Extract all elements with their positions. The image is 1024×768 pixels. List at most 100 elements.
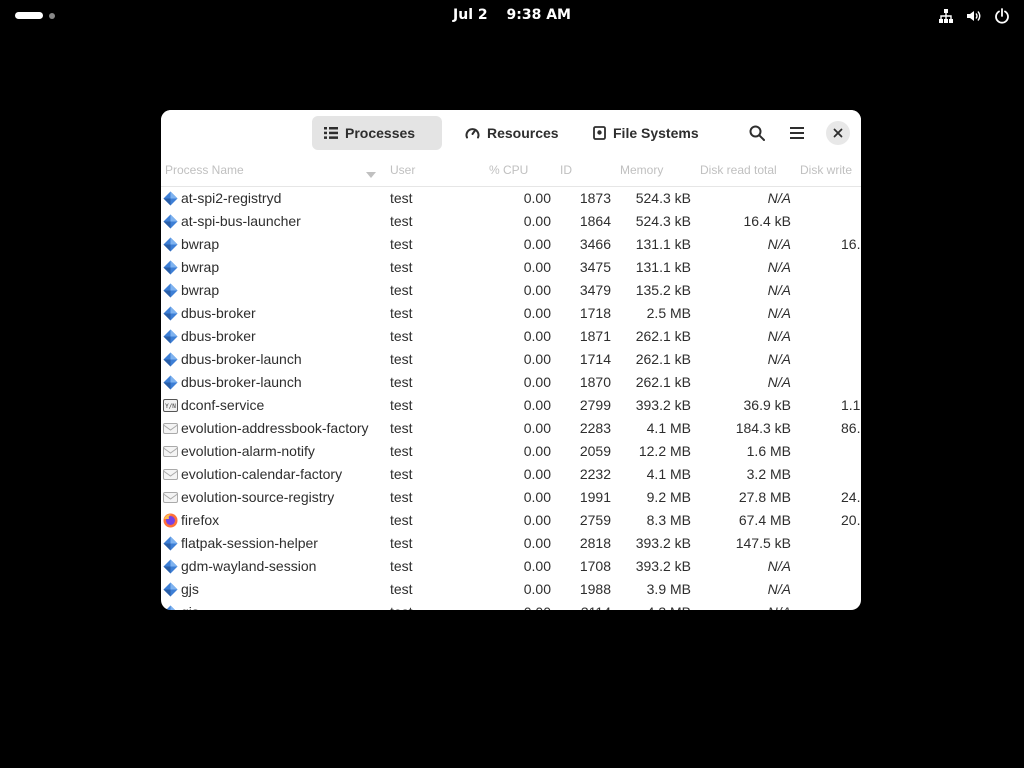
process-memory: 131.1 kB — [635, 259, 691, 275]
tab-label: Resources — [487, 125, 559, 141]
clock-time: 9:38 AM — [506, 7, 571, 23]
process-name: dconf-service — [181, 397, 265, 413]
clock[interactable]: Jul 2 9:38 AM — [0, 7, 1024, 23]
process-memory: 524.3 kB — [635, 213, 691, 229]
tab-label: Processes — [345, 125, 416, 141]
process-disk-write: 16. — [841, 236, 861, 252]
process-memory: 4.1 MB — [646, 420, 691, 436]
evolution-icon — [163, 490, 178, 505]
column-header-process-name[interactable]: Process Name — [165, 163, 244, 177]
hamburger-menu-icon — [790, 127, 804, 139]
process-id: 3475 — [579, 259, 611, 275]
process-id: 2759 — [579, 512, 611, 528]
process-name: dbus-broker-launch — [181, 351, 302, 367]
column-header-user[interactable]: User — [390, 163, 415, 177]
gauge-icon — [465, 128, 480, 139]
process-row[interactable]: flatpak-session-helper test 0.00 2818 393.2 … — [161, 532, 861, 555]
process-user: test — [390, 282, 413, 298]
process-disk-read: 36.9 kB — [743, 397, 791, 413]
process-row[interactable]: dbus-broker-launch test 0.00 1870 262.1 kB N/… — [161, 371, 861, 394]
process-user: test — [390, 512, 413, 528]
search-button[interactable] — [743, 119, 771, 147]
process-row[interactable]: Y/N dconf-service test 0.00 2799 393.2 kB 36.9… — [161, 394, 861, 417]
process-id: 1714 — [579, 351, 611, 367]
system-tray[interactable] — [938, 8, 1010, 24]
process-disk-read: 1.6 MB — [746, 443, 791, 459]
process-row[interactable]: dbus-broker test 0.00 1871 262.1 kB N/A — [161, 325, 861, 348]
process-user: test — [390, 397, 413, 413]
process-disk-read: N/A — [767, 581, 791, 597]
process-user: test — [390, 443, 413, 459]
process-row[interactable]: bwrap test 0.00 3479 135.2 kB N/A — [161, 279, 861, 302]
executable-icon — [163, 536, 178, 551]
process-name: flatpak-session-helper — [181, 535, 318, 551]
process-row[interactable]: bwrap test 0.00 3466 131.1 kB N/A 16. — [161, 233, 861, 256]
process-row[interactable]: at-spi2-registryd test 0.00 1873 524.3 kB N/A — [161, 187, 861, 210]
process-id: 1870 — [579, 374, 611, 390]
process-cpu: 0.00 — [523, 581, 551, 597]
volume-icon[interactable] — [966, 8, 982, 24]
process-row[interactable]: firefox test 0.00 2759 8.3 MB 67.4 MB 20. — [161, 509, 861, 532]
main-menu-button[interactable] — [783, 119, 811, 147]
power-icon[interactable] — [994, 8, 1010, 24]
process-disk-read: 147.5 kB — [735, 535, 791, 551]
process-name: bwrap — [181, 282, 220, 298]
process-memory: 4.1 MB — [646, 466, 691, 482]
process-memory: 8.3 MB — [646, 512, 691, 528]
process-name: firefox — [181, 512, 220, 528]
network-icon[interactable] — [938, 8, 954, 24]
process-row[interactable]: gdm-wayland-session test 0.00 1708 393.2 kB N… — [161, 555, 861, 578]
process-user: test — [390, 558, 413, 574]
process-cpu: 0.00 — [523, 466, 551, 482]
process-disk-read: N/A — [767, 351, 791, 367]
process-row[interactable]: evolution-source-registry test 0.00 1991 9.2… — [161, 486, 861, 509]
process-row[interactable]: evolution-addressbook-factory test 0.00 228… — [161, 417, 861, 440]
process-memory: 135.2 kB — [635, 282, 691, 298]
tab-label: File Systems — [613, 125, 699, 141]
process-row[interactable]: gjs test 0.00 1988 3.9 MB N/A — [161, 578, 861, 601]
executable-icon — [163, 237, 178, 252]
tab-file-systems[interactable]: File Systems — [581, 116, 711, 150]
process-row[interactable]: evolution-alarm-notify test 0.00 2059 12.2 M… — [161, 440, 861, 463]
process-disk-read: N/A — [767, 305, 791, 321]
process-cpu: 0.00 — [524, 604, 551, 610]
process-memory: 262.1 kB — [635, 328, 691, 344]
process-id: 3114 — [581, 604, 611, 610]
process-memory: 393.2 kB — [635, 535, 691, 551]
dconf-service-icon: Y/N — [163, 398, 178, 413]
process-row[interactable]: dbus-broker-launch test 0.00 1714 262.1 kB N/… — [161, 348, 861, 371]
process-disk-read: N/A — [767, 190, 791, 206]
process-row[interactable]: at-spi-bus-launcher test 0.00 1864 524.3 kB 1… — [161, 210, 861, 233]
process-name: dbus-broker — [181, 305, 256, 321]
close-button[interactable] — [826, 121, 850, 145]
process-name: gdm-wayland-session — [181, 558, 317, 574]
column-header-memory[interactable]: Memory — [620, 163, 663, 177]
process-row[interactable]: dbus-broker test 0.00 1718 2.5 MB N/A — [161, 302, 861, 325]
column-header-disk-write[interactable]: Disk write — [800, 163, 852, 177]
tab-resources[interactable]: Resources — [453, 116, 571, 150]
column-header-id[interactable]: ID — [560, 163, 572, 177]
process-row[interactable]: bwrap test 0.00 3475 131.1 kB N/A — [161, 256, 861, 279]
process-memory: 262.1 kB — [635, 374, 691, 390]
process-row[interactable]: evolution-calendar-factory test 0.00 2232 4.… — [161, 463, 861, 486]
process-id: 1991 — [579, 489, 611, 505]
column-header-cpu[interactable]: % CPU — [489, 163, 528, 177]
process-user: test — [390, 190, 413, 206]
executable-icon — [163, 306, 178, 321]
process-cpu: 0.00 — [523, 535, 551, 551]
process-cpu: 0.00 — [523, 213, 551, 229]
process-cpu: 0.00 — [523, 328, 551, 344]
process-disk-read: N/A — [767, 259, 791, 275]
tab-processes[interactable]: Processes — [312, 116, 442, 150]
process-disk-read: 16.4 kB — [743, 213, 791, 229]
process-disk-read: 184.3 kB — [735, 420, 791, 436]
executable-icon — [163, 375, 178, 390]
process-row[interactable]: gjs test 0.00 3114 4.3 MB N/A — [161, 601, 861, 610]
process-disk-read: 3.2 MB — [746, 466, 791, 482]
process-id: 2283 — [579, 420, 611, 436]
column-header-disk-read-total[interactable]: Disk read total — [700, 163, 777, 177]
process-memory: 9.2 MB — [646, 489, 691, 505]
process-id: 1873 — [579, 190, 611, 206]
executable-icon — [163, 214, 178, 229]
process-list[interactable]: at-spi2-registryd test 0.00 1873 524.3 kB N/A… — [161, 187, 861, 610]
